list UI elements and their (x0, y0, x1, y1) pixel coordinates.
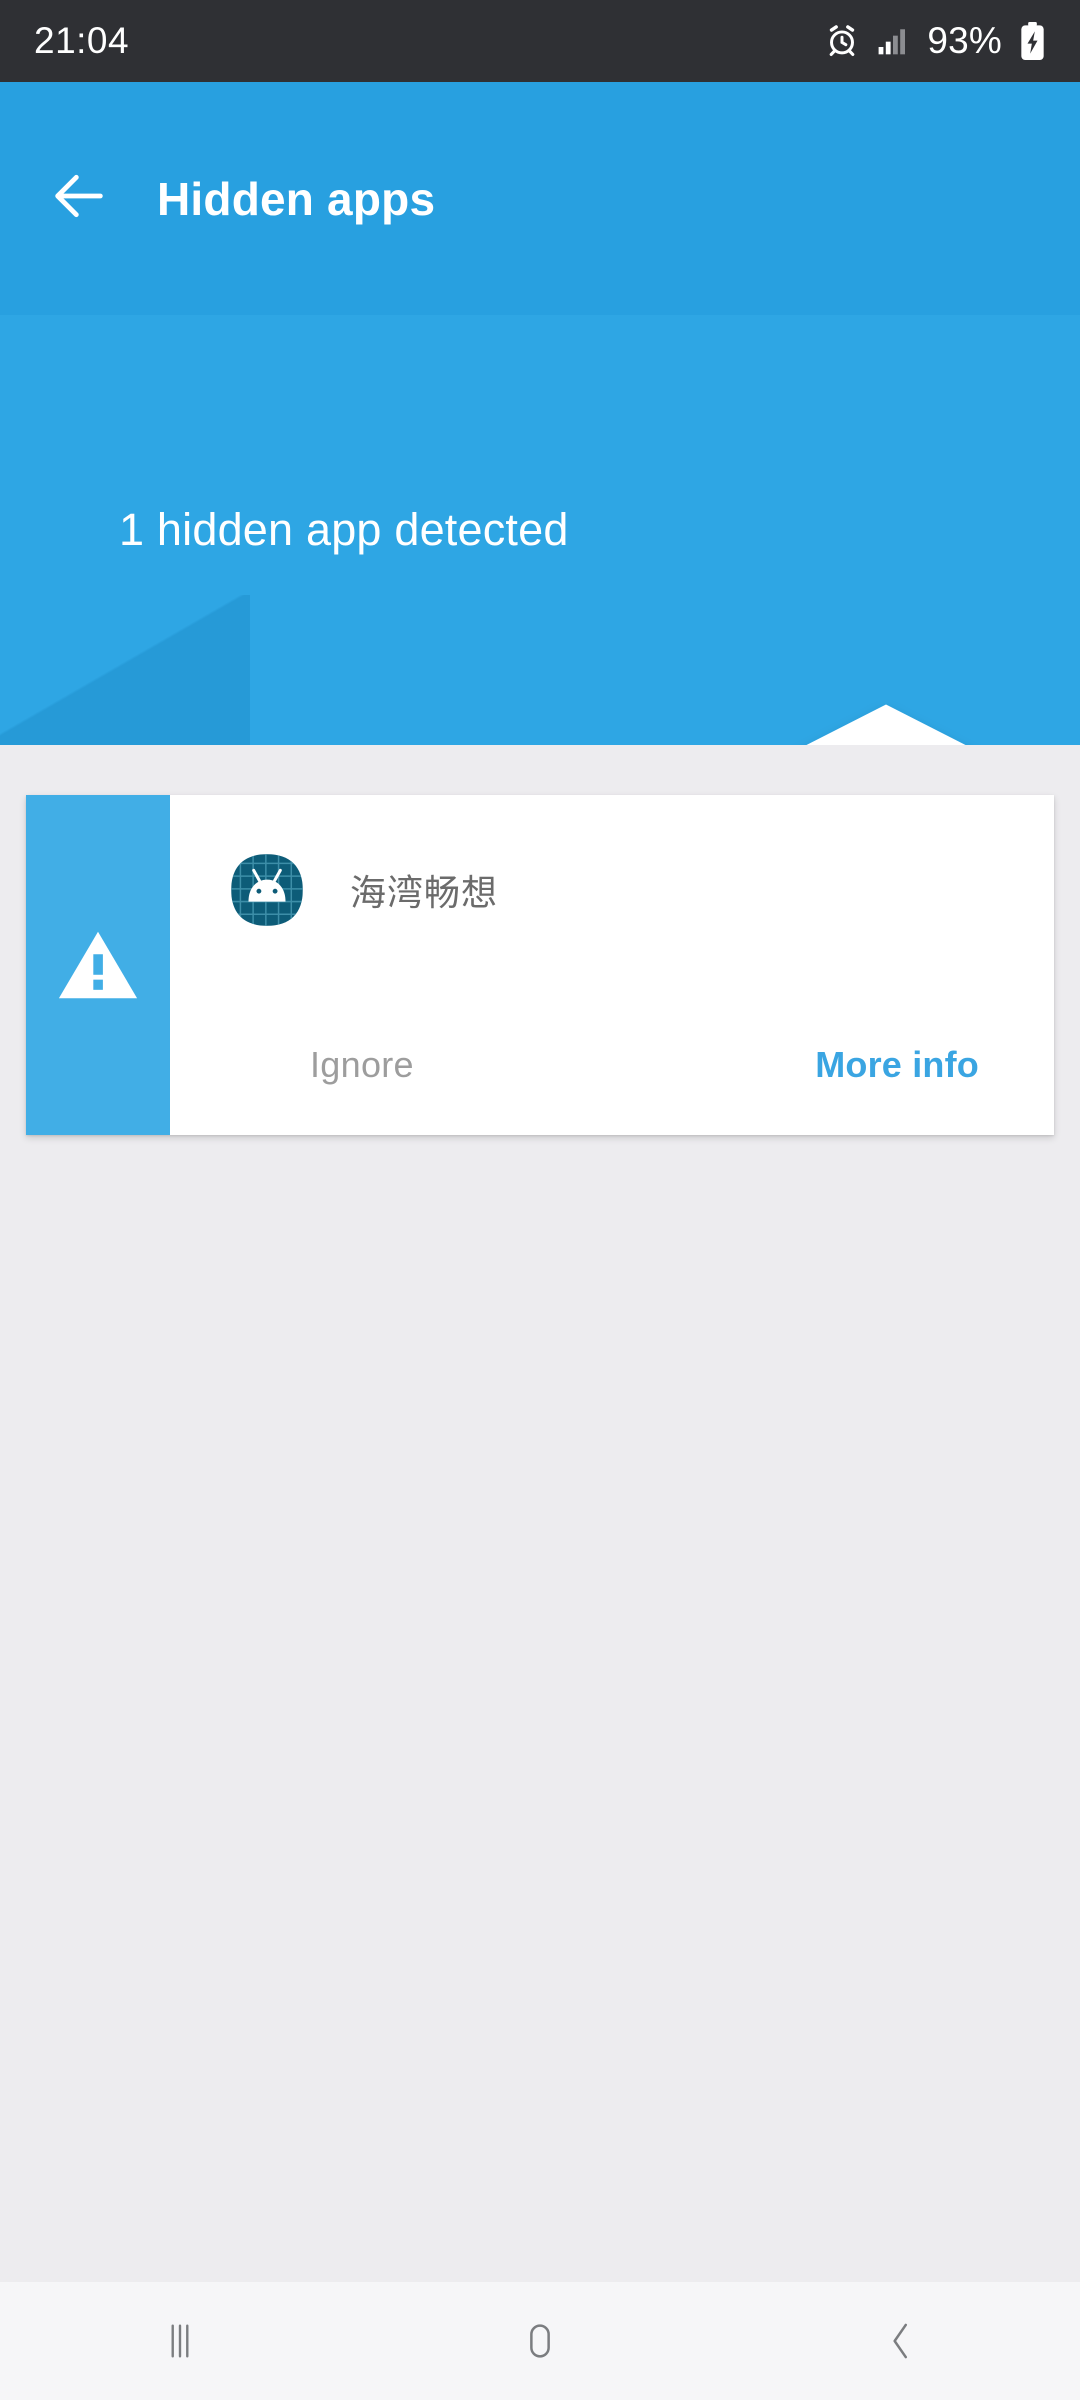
card-action-row: Ignore More info (170, 1030, 1054, 1100)
hero-message: 1 hidden app detected (119, 504, 569, 555)
home-icon (517, 2318, 563, 2364)
status-bar-icons: 93% (825, 20, 1046, 62)
ignore-button[interactable]: Ignore (310, 1044, 414, 1086)
app-name-label: 海湾畅想 (350, 872, 499, 913)
card-warning-strip (26, 795, 170, 1135)
alarm-icon (825, 24, 859, 58)
recents-icon (157, 2318, 203, 2364)
battery-charging-icon (1019, 21, 1046, 61)
battery-percent-label: 93% (927, 20, 1002, 61)
signal-bars-icon (876, 25, 910, 57)
android-grid-app-icon (230, 853, 304, 927)
recents-button[interactable] (0, 2282, 360, 2400)
back-button-nav[interactable] (720, 2282, 1080, 2400)
phone-screen: 21:04 93% Hidden apps 1 hidden app detec… (0, 0, 1080, 2400)
app-entry-row: 海湾畅想 (230, 853, 498, 927)
system-navigation-bar (0, 2282, 1080, 2400)
hidden-app-card[interactable]: 海湾畅想 Ignore More info (26, 795, 1054, 1135)
card-body: 海湾畅想 Ignore More info (170, 795, 1054, 1135)
home-button[interactable] (360, 2282, 720, 2400)
page-title: Hidden apps (157, 172, 436, 225)
back-button[interactable] (24, 144, 134, 254)
status-bar: 21:04 93% (0, 0, 1080, 82)
arrow-left-icon (47, 164, 111, 233)
warning-triangle-icon (55, 927, 141, 1003)
shield-alert-icon (766, 698, 1006, 745)
back-chevron-icon (877, 2318, 923, 2364)
status-clock: 21:04 (34, 20, 130, 61)
more-info-button[interactable]: More info (815, 1044, 979, 1086)
hero-banner: 1 hidden app detected (0, 315, 1080, 745)
app-bar: Hidden apps (0, 82, 1080, 315)
